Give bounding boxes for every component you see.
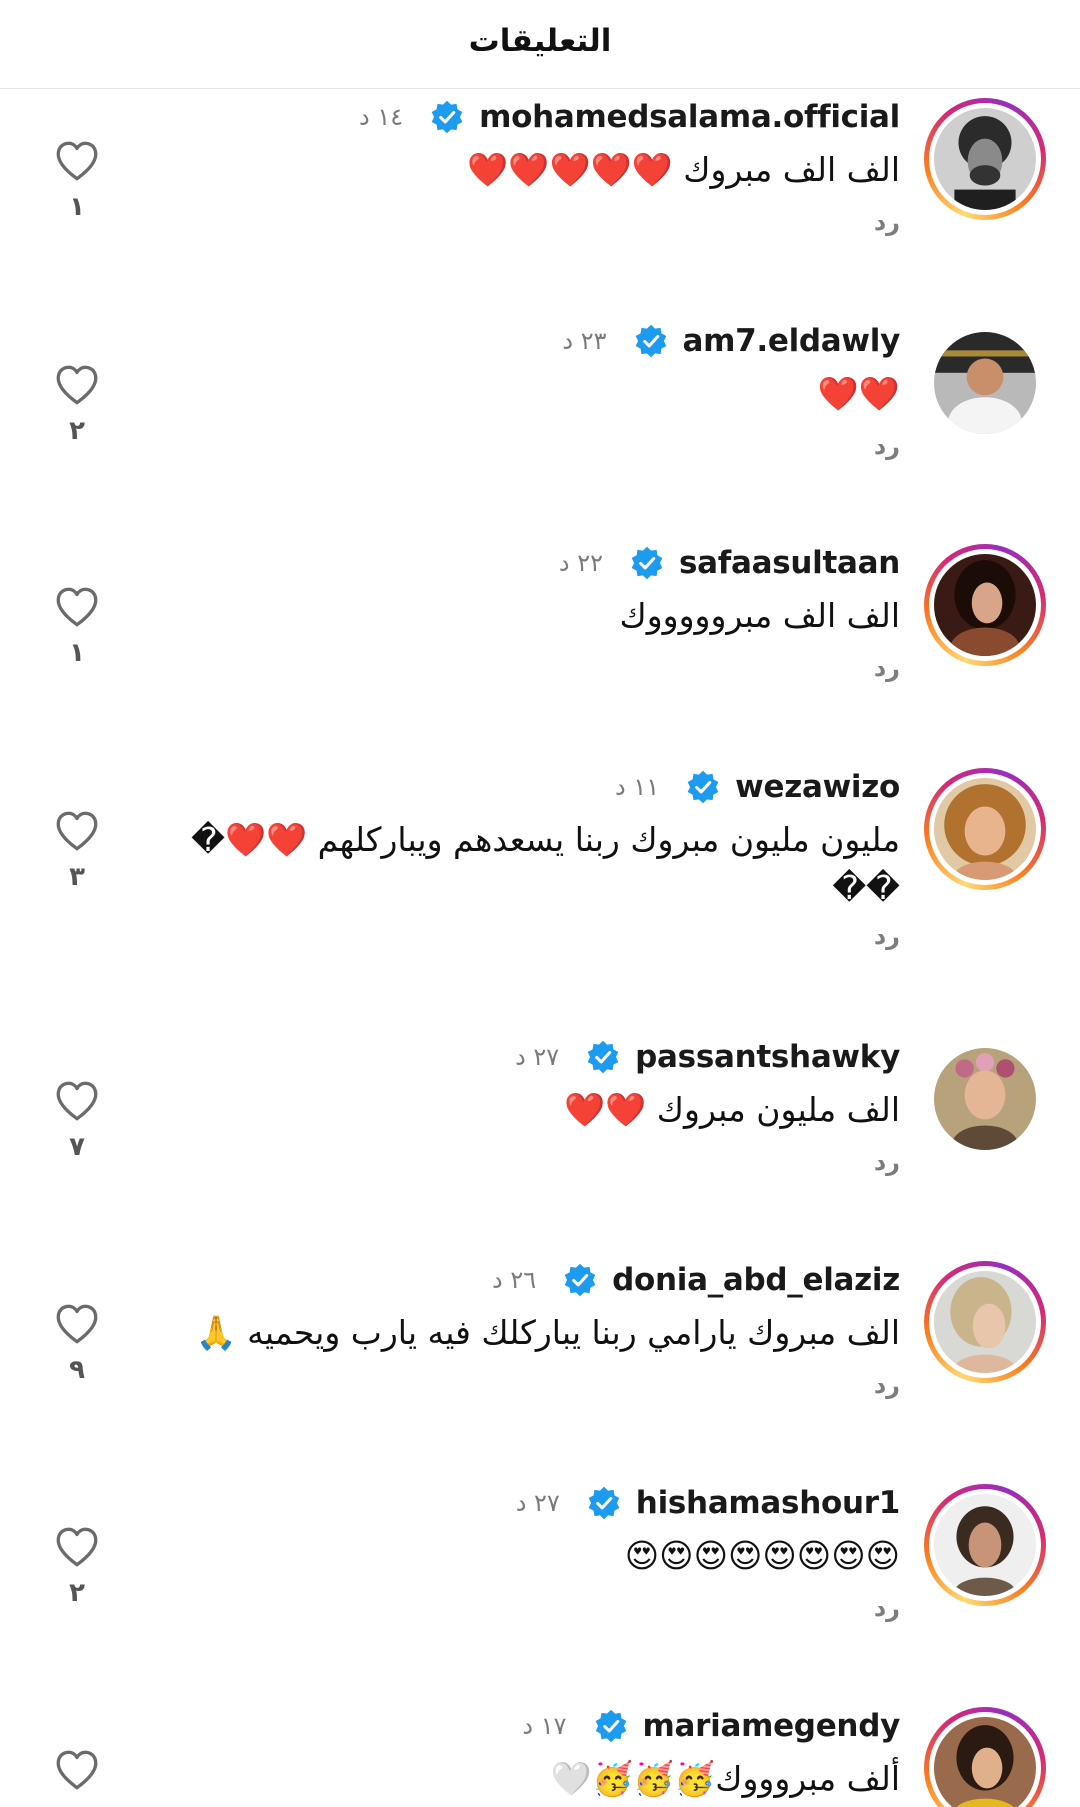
avatar-story-ring[interactable] [924, 544, 1046, 666]
comment-item: wezawizo ١١ د مليون مليون مبروك ربنا يسع… [0, 758, 1080, 1028]
like-count: ٧ [69, 1132, 85, 1162]
comment-header: wezawizo ١١ د [615, 766, 900, 808]
like-count: ١ [69, 192, 85, 222]
username[interactable]: wezawizo [735, 769, 900, 805]
comment-text: مليون مليون مبروك ربنا يسعدهم ويباركلهم … [191, 820, 900, 907]
avatar [934, 108, 1036, 210]
avatar-story-ring[interactable] [924, 98, 1046, 220]
timestamp: ٢٦ د [492, 1266, 537, 1294]
username[interactable]: donia_abd_elaziz [612, 1262, 900, 1298]
timestamp: ٢٢ د [558, 549, 604, 577]
like-count: ٢ [69, 416, 85, 446]
avatar-container[interactable] [924, 322, 1046, 444]
like-count: ٢ [69, 1578, 85, 1608]
avatar [934, 554, 1036, 656]
like-count: ٩ [69, 1355, 85, 1385]
comment-text: ❤️❤️ [817, 374, 900, 413]
heart-icon[interactable] [52, 582, 102, 632]
avatar [934, 1494, 1036, 1596]
comment-header: safaasultaan ٢٢ د [559, 542, 900, 584]
timestamp: ١٤ د [359, 103, 404, 131]
timestamp: ٢٣ د [562, 327, 607, 355]
verified-badge-icon [595, 1709, 626, 1743]
heart-icon[interactable] [52, 1299, 102, 1349]
avatar [934, 778, 1036, 880]
reply-button[interactable]: رد [874, 208, 900, 236]
comment-header: passantshawky ٢٧ د [515, 1036, 900, 1078]
verified-badge-icon [635, 324, 666, 358]
heart-icon[interactable] [52, 1076, 102, 1126]
comments-sheet: التعليقات mohamedsalama.official ١٤ د ال… [0, 0, 1080, 1807]
comment-item: donia_abd_elaziz ٢٦ د الف مبروك يارامي ر… [0, 1251, 1080, 1475]
reply-button[interactable]: رد [874, 654, 900, 682]
verified-badge-icon [587, 1040, 619, 1074]
comment-text: الف الف مبروووووك [619, 596, 900, 635]
verified-badge-icon [687, 770, 719, 804]
comment-header: mohamedsalama.official ١٤ د [359, 96, 900, 138]
timestamp: ١٧ د [522, 1712, 567, 1740]
verified-badge-icon [631, 546, 663, 580]
heart-icon[interactable] [52, 806, 102, 856]
comment-header: donia_abd_elaziz ٢٦ د [492, 1259, 900, 1301]
page-title: التعليقات [468, 23, 612, 59]
avatar [934, 1271, 1036, 1373]
reply-button[interactable]: رد [874, 1371, 900, 1399]
like-count: ١ [69, 638, 85, 668]
heart-icon[interactable] [52, 1522, 102, 1572]
comment-item: mariamegendy ١٧ د ألف مبروووك🥳🥳🥳🤍 [0, 1697, 1080, 1807]
avatar [934, 1048, 1036, 1150]
avatar [934, 1717, 1036, 1807]
comment-header: am7.eldawly ٢٣ د [562, 320, 900, 362]
comment-item: safaasultaan ٢٢ د الف الف مبروووووك رد ١ [0, 534, 1080, 758]
comment-item: passantshawky ٢٧ د الف مليون مبروك ❤️❤️ … [0, 1028, 1080, 1252]
username[interactable]: passantshawky [635, 1039, 900, 1075]
comment-text: ألف مبروووك🥳🥳🥳🤍 [550, 1759, 900, 1798]
username[interactable]: am7.eldawly [683, 323, 901, 359]
like-count: ٣ [69, 862, 85, 892]
reply-button[interactable]: رد [874, 1594, 900, 1622]
verified-badge-icon [588, 1486, 620, 1520]
comment-text: 😍😍😍😍😍😍😍😍 [624, 1536, 900, 1575]
comment-item: mohamedsalama.official ١٤ د الف الف مبرو… [0, 88, 1080, 312]
username[interactable]: safaasultaan [679, 545, 900, 581]
comment-header: mariamegendy ١٧ د [522, 1705, 900, 1747]
heart-icon[interactable] [52, 360, 102, 410]
timestamp: ٢٧ د [515, 1043, 560, 1071]
comment-text: الف مليون مبروك ❤️❤️ [564, 1090, 900, 1129]
username[interactable]: mariamegendy [643, 1708, 901, 1744]
timestamp: ١١ د [615, 773, 660, 801]
avatar-story-ring[interactable] [924, 1261, 1046, 1383]
reply-button[interactable]: رد [874, 432, 900, 460]
header: التعليقات [0, 0, 1080, 89]
avatar-story-ring[interactable] [924, 1484, 1046, 1606]
comment-item: hishamashour1 ٢٧ د 😍😍😍😍😍😍😍😍 رد ٢ [0, 1474, 1080, 1698]
reply-button[interactable]: رد [874, 1148, 900, 1176]
comment-text: الف الف مبروك ❤️❤️❤️❤️❤️ [467, 150, 900, 189]
timestamp: ٢٧ د [515, 1489, 560, 1517]
heart-icon[interactable] [52, 1745, 102, 1795]
heart-icon[interactable] [52, 136, 102, 186]
avatar-story-ring[interactable] [924, 1707, 1046, 1807]
comment-item: am7.eldawly ٢٣ د ❤️❤️ رد ٢ [0, 312, 1080, 536]
verified-badge-icon [564, 1263, 596, 1297]
avatar-container[interactable] [924, 1038, 1046, 1160]
username[interactable]: hishamashour1 [636, 1485, 901, 1521]
reply-button[interactable]: رد [874, 922, 900, 950]
username[interactable]: mohamedsalama.official [479, 99, 900, 135]
verified-badge-icon [431, 100, 463, 134]
comment-text: الف مبروك يارامي ربنا يباركلك فيه يارب و… [195, 1313, 900, 1352]
comment-header: hishamashour1 ٢٧ د [515, 1482, 901, 1524]
avatar-story-ring[interactable] [924, 768, 1046, 890]
avatar [934, 332, 1036, 434]
